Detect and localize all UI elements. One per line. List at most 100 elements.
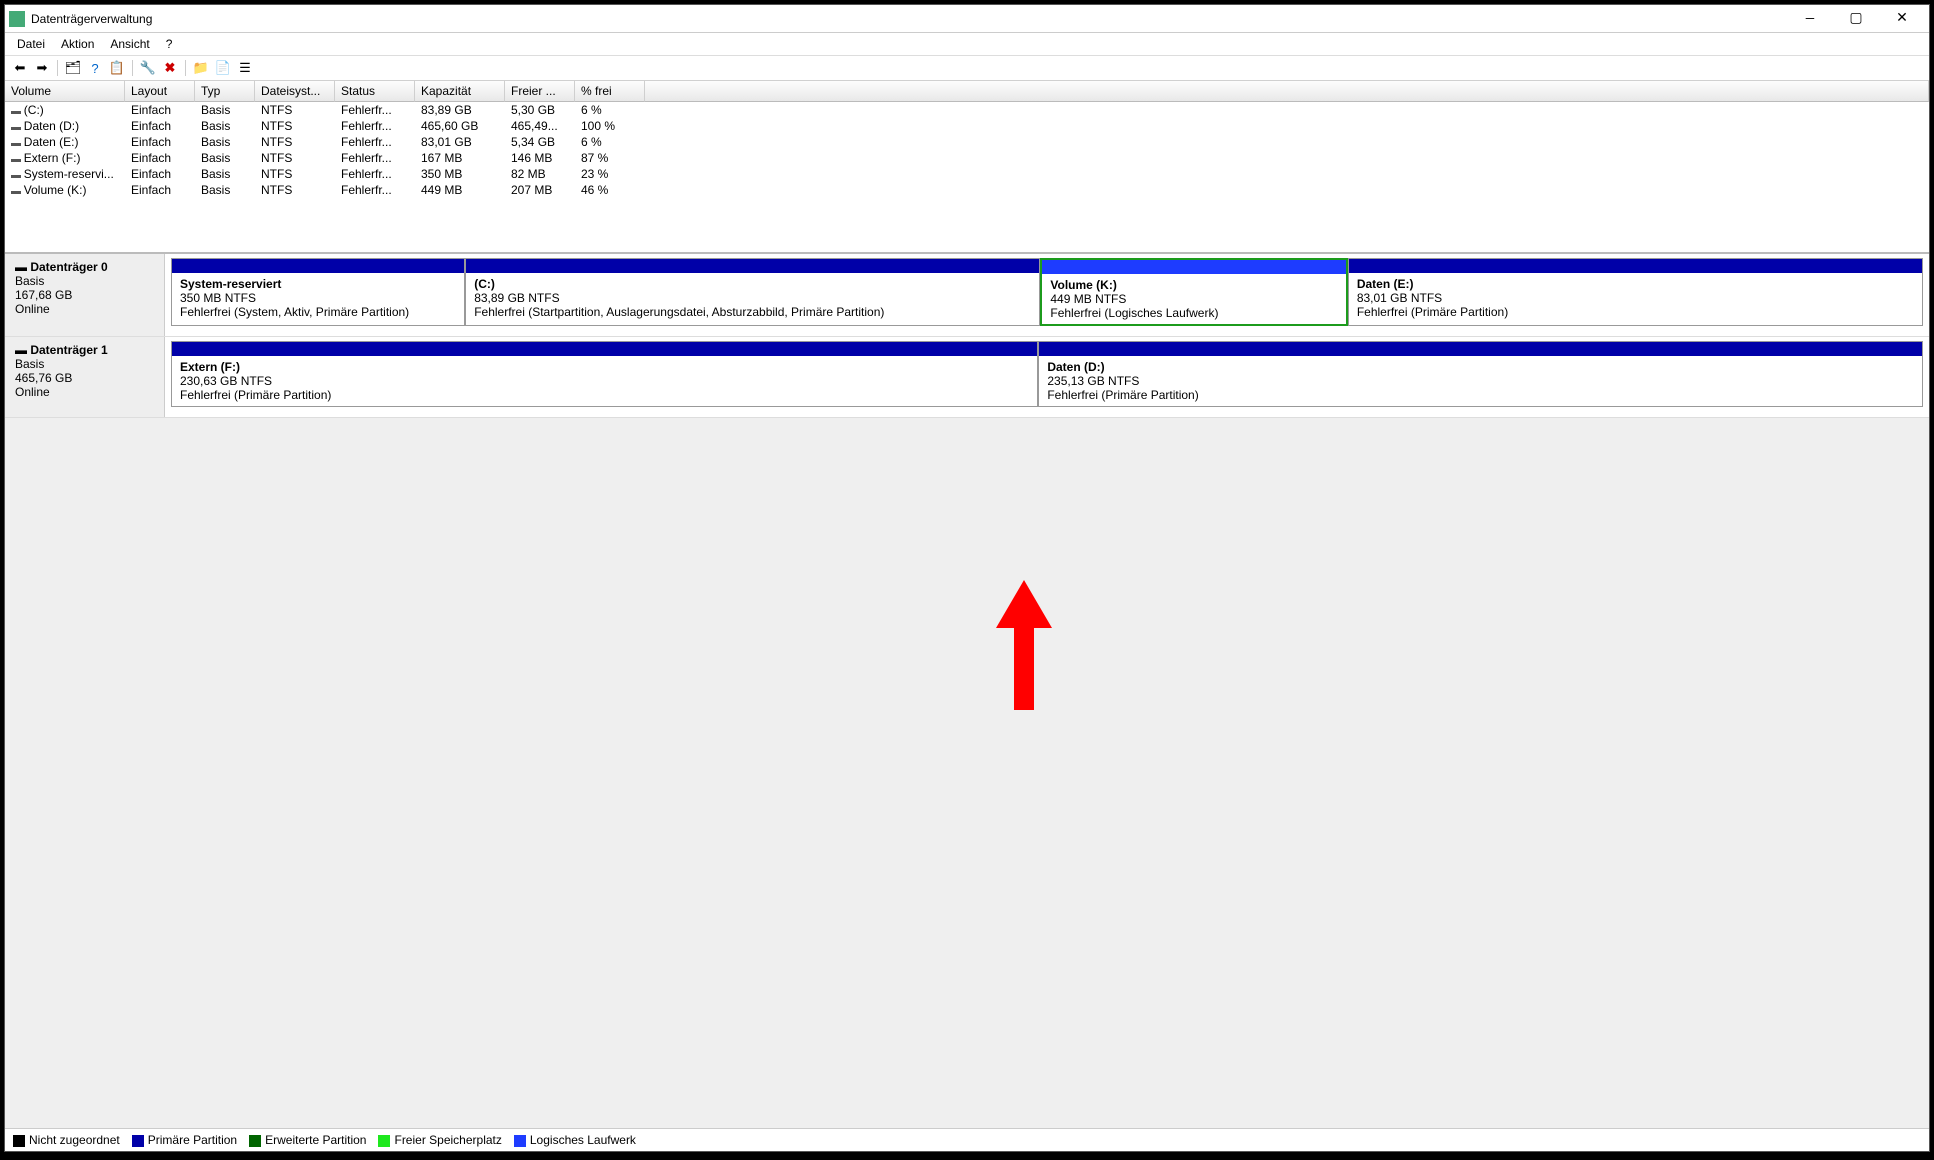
disk-row: ▬ Datenträger 0Basis167,68 GBOnlineSyste…: [5, 254, 1929, 337]
legend-extended: Erweiterte Partition: [249, 1133, 366, 1147]
volume-typ: Basis: [195, 118, 255, 134]
partition[interactable]: Extern (F:)230,63 GB NTFSFehlerfrei (Pri…: [171, 341, 1038, 407]
col-typ[interactable]: Typ: [195, 81, 255, 102]
partition-status: Fehlerfrei (Primäre Partition): [1357, 305, 1508, 319]
separator: [132, 60, 133, 76]
partition-bar: [466, 259, 1039, 273]
menu-datei[interactable]: Datei: [11, 35, 51, 53]
refresh-icon[interactable]: 🗂: [64, 59, 82, 77]
volume-fs: NTFS: [255, 118, 335, 134]
col-frei[interactable]: Freier ...: [505, 81, 575, 102]
volume-frei: 5,34 GB: [505, 134, 575, 150]
legend-primary: Primäre Partition: [132, 1133, 237, 1147]
volume-name: Daten (E:): [5, 134, 125, 150]
maximize-button[interactable]: ▢: [1833, 5, 1879, 33]
partition-size: 449 MB NTFS: [1050, 292, 1126, 306]
volume-typ: Basis: [195, 150, 255, 166]
partition[interactable]: Daten (D:)235,13 GB NTFSFehlerfrei (Prim…: [1038, 341, 1923, 407]
back-icon[interactable]: ⬅: [11, 59, 29, 77]
partition-bar: [172, 342, 1037, 356]
volume-layout: Einfach: [125, 166, 195, 182]
volume-status: Fehlerfr...: [335, 182, 415, 198]
volume-pfrei: 87 %: [575, 150, 645, 166]
partition-status: Fehlerfrei (Startpartition, Auslagerungs…: [474, 305, 884, 319]
volume-pfrei: 100 %: [575, 118, 645, 134]
menubar: Datei Aktion Ansicht ?: [5, 33, 1929, 56]
volume-kap: 167 MB: [415, 150, 505, 166]
delete-icon[interactable]: ✖: [161, 59, 179, 77]
list-icon[interactable]: ☰: [236, 59, 254, 77]
partition-size: 235,13 GB NTFS: [1047, 374, 1139, 388]
col-status[interactable]: Status: [335, 81, 415, 102]
legend: Nicht zugeordnet Primäre Partition Erwei…: [5, 1128, 1929, 1151]
menu-aktion[interactable]: Aktion: [55, 35, 100, 53]
volume-row[interactable]: Volume (K:)EinfachBasisNTFSFehlerfr...44…: [5, 182, 1929, 198]
volume-row[interactable]: Daten (E:)EinfachBasisNTFSFehlerfr...83,…: [5, 134, 1929, 150]
forward-icon[interactable]: ➡: [33, 59, 51, 77]
close-button[interactable]: ✕: [1879, 5, 1925, 33]
partition-size: 83,89 GB NTFS: [474, 291, 559, 305]
toolbar: ⬅ ➡ 🗂 ? 📋 🔧 ✖ 📁 📄 ☰: [5, 56, 1929, 81]
volume-layout: Einfach: [125, 182, 195, 198]
properties-icon[interactable]: 📋: [108, 59, 126, 77]
col-filler: [645, 81, 1929, 102]
partition[interactable]: (C:)83,89 GB NTFSFehlerfrei (Startpartit…: [465, 258, 1040, 326]
partition[interactable]: Daten (E:)83,01 GB NTFSFehlerfrei (Primä…: [1348, 258, 1923, 326]
minimize-button[interactable]: —: [1787, 5, 1833, 33]
partition-bar: [1349, 259, 1922, 273]
menu-help[interactable]: ?: [160, 35, 179, 53]
volume-layout: Einfach: [125, 118, 195, 134]
disk-label[interactable]: ▬ Datenträger 1Basis465,76 GBOnline: [5, 337, 165, 417]
wand-icon[interactable]: 🔧: [139, 59, 157, 77]
volume-name: Volume (K:): [5, 182, 125, 198]
volume-pfrei: 6 %: [575, 134, 645, 150]
volume-kap: 350 MB: [415, 166, 505, 182]
partition-status: Fehlerfrei (System, Aktiv, Primäre Parti…: [180, 305, 409, 319]
volume-frei: 465,49...: [505, 118, 575, 134]
volume-row[interactable]: Daten (D:)EinfachBasisNTFSFehlerfr...465…: [5, 118, 1929, 134]
volume-row[interactable]: System-reservi...EinfachBasisNTFSFehlerf…: [5, 166, 1929, 182]
volume-fs: NTFS: [255, 102, 335, 118]
volume-status: Fehlerfr...: [335, 118, 415, 134]
volume-kap: 449 MB: [415, 182, 505, 198]
volume-kap: 83,89 GB: [415, 102, 505, 118]
volume-row[interactable]: Extern (F:)EinfachBasisNTFSFehlerfr...16…: [5, 150, 1929, 166]
titlebar: Datenträgerverwaltung — ▢ ✕: [5, 5, 1929, 33]
menu-ansicht[interactable]: Ansicht: [104, 35, 155, 53]
volume-name: Extern (F:): [5, 150, 125, 166]
volume-fs: NTFS: [255, 150, 335, 166]
col-kap[interactable]: Kapazität: [415, 81, 505, 102]
disk-label[interactable]: ▬ Datenträger 0Basis167,68 GBOnline: [5, 254, 165, 336]
volume-typ: Basis: [195, 134, 255, 150]
volume-header-row: Volume Layout Typ Dateisyst... Status Ka…: [5, 81, 1929, 102]
partition-bar: [1042, 260, 1345, 274]
partition-status: Fehlerfrei (Primäre Partition): [1047, 388, 1198, 402]
explorer-icon[interactable]: 📁: [192, 59, 210, 77]
col-volume[interactable]: Volume: [5, 81, 125, 102]
col-fs[interactable]: Dateisyst...: [255, 81, 335, 102]
partition[interactable]: System-reserviert350 MB NTFSFehlerfrei (…: [171, 258, 465, 326]
volume-status: Fehlerfr...: [335, 134, 415, 150]
volume-status: Fehlerfr...: [335, 166, 415, 182]
volume-name: (C:): [5, 102, 125, 118]
col-layout[interactable]: Layout: [125, 81, 195, 102]
sheet-icon[interactable]: 📄: [214, 59, 232, 77]
partition-size: 83,01 GB NTFS: [1357, 291, 1442, 305]
help-icon[interactable]: ?: [86, 59, 104, 77]
volume-name: System-reservi...: [5, 166, 125, 182]
volume-fs: NTFS: [255, 134, 335, 150]
partition-status: Fehlerfrei (Primäre Partition): [180, 388, 331, 402]
volume-status: Fehlerfr...: [335, 102, 415, 118]
partition-name: Daten (D:): [1047, 360, 1104, 374]
volume-frei: 146 MB: [505, 150, 575, 166]
partition[interactable]: Volume (K:)449 MB NTFSFehlerfrei (Logisc…: [1040, 258, 1347, 326]
empty-area: [5, 418, 1929, 1128]
volume-layout: Einfach: [125, 102, 195, 118]
volume-pfrei: 23 %: [575, 166, 645, 182]
volume-row[interactable]: (C:)EinfachBasisNTFSFehlerfr...83,89 GB5…: [5, 102, 1929, 118]
partition-name: Extern (F:): [180, 360, 240, 374]
partition-name: (C:): [474, 277, 495, 291]
volume-fs: NTFS: [255, 166, 335, 182]
col-pfrei[interactable]: % frei: [575, 81, 645, 102]
volume-typ: Basis: [195, 102, 255, 118]
